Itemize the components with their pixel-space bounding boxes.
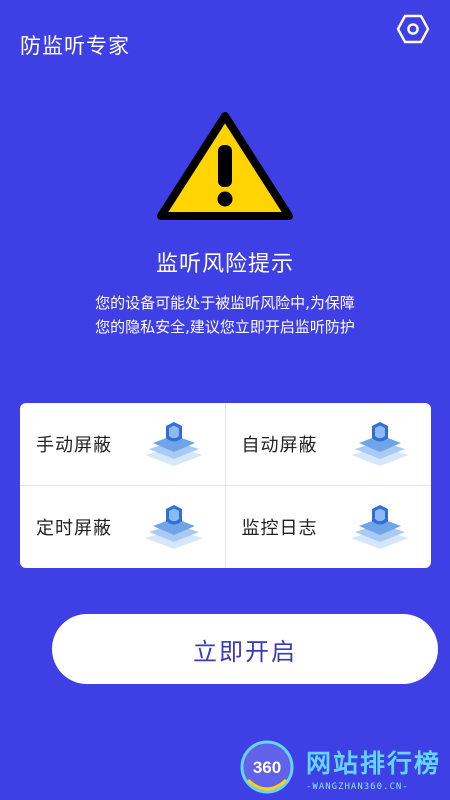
risk-description: 您的设备可能处于被监听风险中,为保障 您的隐私安全,建议您立即开启监听防护: [0, 291, 450, 339]
risk-description-line: 您的隐私安全,建议您立即开启监听防护: [95, 318, 355, 336]
shield-cube-icon: [351, 421, 409, 466]
warning-triangle-icon: [155, 110, 295, 225]
badge-360-icon: 360: [240, 740, 294, 794]
feature-label: 自动屏蔽: [241, 434, 318, 456]
feature-label: 定时屏蔽: [36, 517, 112, 539]
feature-grid: 手动屏蔽 自动屏蔽 定时屏蔽 监控日志: [20, 403, 431, 568]
manual-shield-item[interactable]: 手动屏蔽: [20, 403, 226, 486]
watermark-text: 网站排行榜: [306, 749, 442, 778]
start-now-button[interactable]: 立即开启: [52, 614, 438, 684]
monitor-log-item[interactable]: 监控日志: [226, 486, 432, 569]
app-title: 防监听专家: [20, 34, 130, 58]
risk-title: 监听风险提示: [155, 252, 294, 277]
watermark: 360 网站排行榜 -WANGZHAN360.CN-: [240, 738, 445, 798]
watermark-subtext: -WANGZHAN360.CN-: [306, 782, 409, 792]
shield-cube-icon: [351, 504, 409, 549]
settings-button[interactable]: [396, 14, 430, 44]
badge-360-text: 360: [253, 758, 281, 777]
feature-label: 监控日志: [241, 517, 318, 539]
feature-label: 手动屏蔽: [36, 434, 112, 456]
scheduled-shield-item[interactable]: 定时屏蔽: [20, 485, 226, 568]
shield-cube-icon: [144, 421, 203, 466]
auto-shield-item[interactable]: 自动屏蔽: [225, 403, 431, 486]
risk-description-line: 您的设备可能处于被监听风险中,为保障: [95, 294, 355, 312]
shield-cube-icon: [144, 504, 203, 549]
start-now-label: 立即开启: [193, 637, 297, 666]
settings-hexagon-icon: [396, 14, 430, 44]
